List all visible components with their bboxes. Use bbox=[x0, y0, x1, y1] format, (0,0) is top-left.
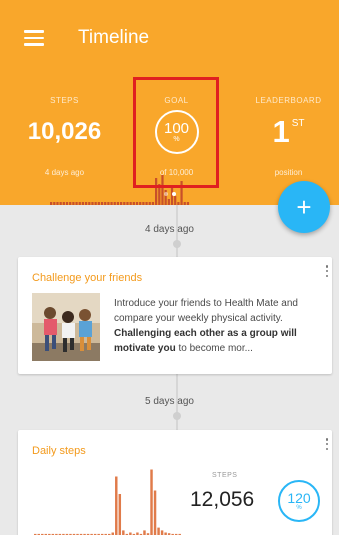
activity-bar bbox=[104, 202, 107, 205]
activity-bar bbox=[139, 202, 142, 205]
date-divider: 4 days ago bbox=[145, 224, 194, 235]
page-title: Timeline bbox=[78, 27, 150, 48]
activity-bar bbox=[129, 202, 132, 205]
rank-suffix: ST bbox=[291, 118, 305, 129]
timeline-dot bbox=[173, 412, 181, 420]
activity-bar bbox=[170, 187, 174, 205]
activity-bar bbox=[118, 494, 122, 535]
date-divider: 5 days ago bbox=[145, 396, 194, 407]
activity-bar bbox=[123, 202, 126, 205]
activity-bar bbox=[122, 530, 125, 535]
steps-label: STEPS bbox=[212, 472, 238, 479]
daily-steps-card[interactable]: Daily steps STEPS 12,056 120 % bbox=[18, 430, 332, 535]
pager-dot[interactable] bbox=[164, 192, 168, 196]
daily-steps-value: 12,056 bbox=[190, 488, 255, 511]
activity-bar bbox=[59, 202, 62, 205]
activity-bar bbox=[113, 202, 116, 205]
activity-bar bbox=[115, 476, 118, 535]
activity-bar bbox=[148, 202, 151, 205]
activity-bar bbox=[135, 202, 139, 205]
pager-dot[interactable] bbox=[172, 192, 176, 196]
activity-bar bbox=[69, 202, 72, 205]
hamburger-menu-icon[interactable] bbox=[24, 30, 44, 46]
activity-bar bbox=[78, 202, 81, 205]
challenge-description: Introduce your friends to Health Mate an… bbox=[114, 298, 298, 354]
activity-bar bbox=[81, 202, 85, 205]
timeline-header: Timeline STEPS 10,026 4 days ago GOAL 10… bbox=[0, 0, 339, 205]
challenge-card-title: Challenge your friends bbox=[32, 272, 143, 284]
daily-goal-ring: 120 % bbox=[278, 480, 320, 522]
activity-bar bbox=[72, 202, 75, 205]
activity-bar bbox=[126, 202, 129, 205]
leaderboard-rank: 1 ST bbox=[272, 114, 305, 149]
activity-bar bbox=[186, 202, 190, 205]
app-bar: Timeline bbox=[0, 0, 339, 70]
activity-bar bbox=[56, 202, 59, 205]
activity-bar bbox=[160, 530, 164, 535]
daily-goal-percent-sign: % bbox=[296, 505, 302, 511]
more-options-icon[interactable] bbox=[325, 438, 329, 450]
timeline-dot bbox=[173, 240, 181, 248]
activity-bar bbox=[153, 490, 157, 535]
activity-bar bbox=[120, 202, 123, 205]
challenge-card[interactable]: Challenge your friends Introduce your fr… bbox=[18, 257, 332, 374]
activity-bar bbox=[151, 202, 155, 205]
activity-bar bbox=[167, 199, 170, 205]
daily-goal-percent: 120 bbox=[287, 490, 311, 506]
steps-value: 10,026 bbox=[27, 118, 102, 145]
activity-bar bbox=[100, 202, 104, 205]
activity-bar bbox=[143, 530, 146, 535]
steps-label: STEPS bbox=[50, 96, 79, 105]
pager-dots[interactable] bbox=[164, 192, 176, 196]
daily-steps-title: Daily steps bbox=[32, 445, 86, 457]
children-photo bbox=[32, 293, 100, 361]
activity-bar bbox=[174, 196, 177, 205]
activity-bar bbox=[107, 202, 110, 205]
activity-bar bbox=[142, 202, 145, 205]
activity-bar bbox=[110, 202, 113, 205]
activity-bar bbox=[65, 202, 69, 205]
activity-bar bbox=[91, 202, 94, 205]
activity-bar bbox=[88, 202, 91, 205]
goal-highlight-box bbox=[133, 77, 219, 188]
activity-bar bbox=[145, 202, 148, 205]
activity-bar bbox=[62, 202, 65, 205]
activity-bar bbox=[50, 202, 53, 205]
activity-bar bbox=[150, 469, 153, 535]
activity-bar bbox=[157, 527, 160, 535]
activity-bar bbox=[85, 202, 88, 205]
activity-bar bbox=[183, 202, 186, 205]
activity-bar bbox=[53, 202, 56, 205]
leaderboard-label: LEADERBOARD bbox=[255, 96, 322, 105]
activity-bar bbox=[97, 202, 100, 205]
activity-bar bbox=[116, 202, 120, 205]
activity-bar bbox=[75, 202, 78, 205]
more-options-icon[interactable] bbox=[325, 265, 329, 277]
activity-bar bbox=[94, 202, 97, 205]
activity-bar bbox=[132, 202, 135, 205]
plus-icon: + bbox=[296, 191, 312, 222]
daily-steps-chart bbox=[34, 469, 181, 535]
